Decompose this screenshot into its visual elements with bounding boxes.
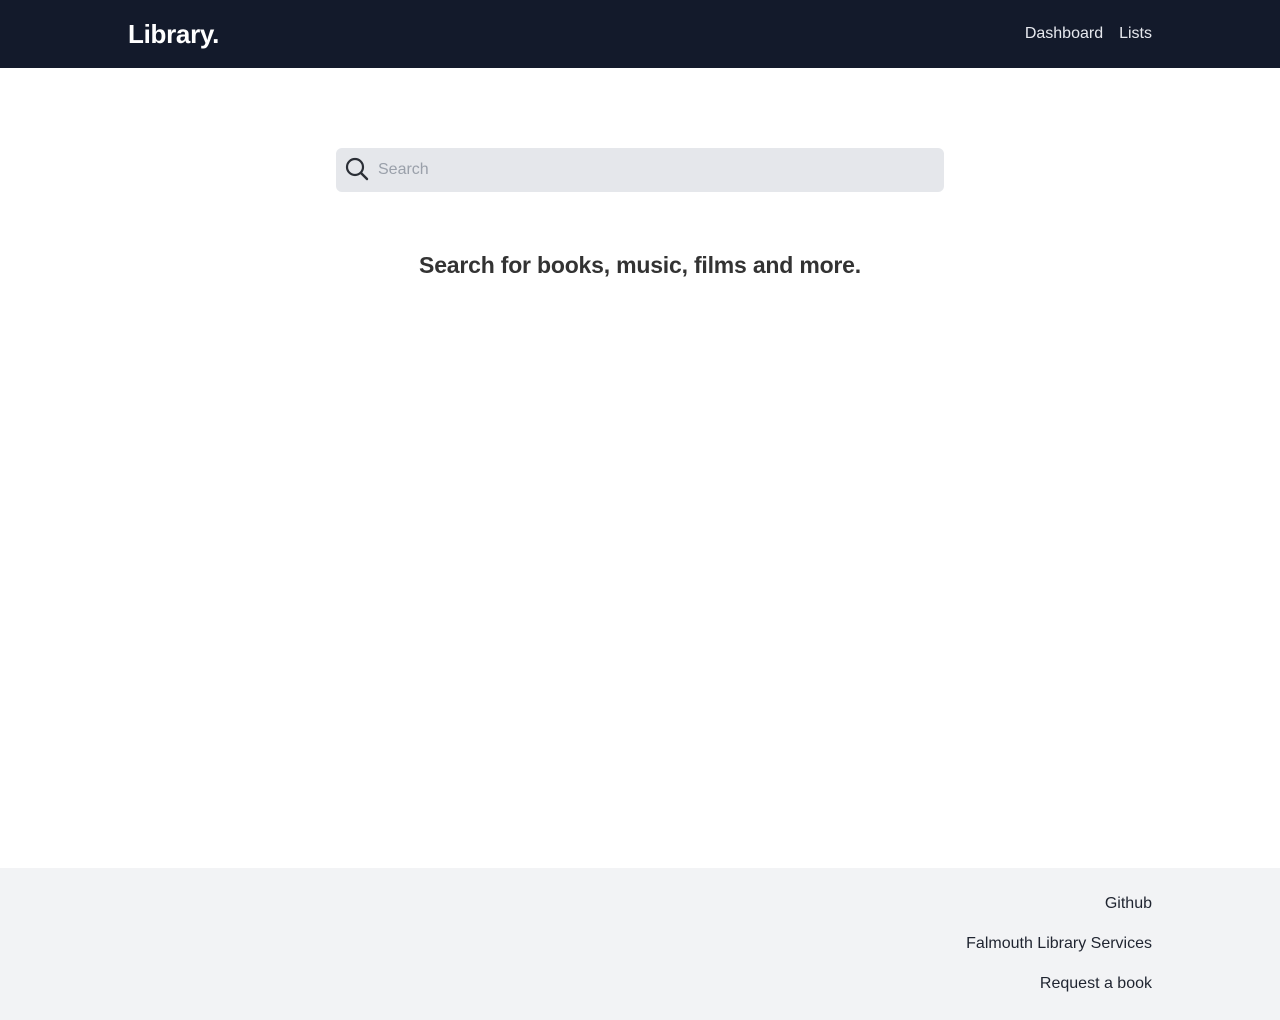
footer-github-link[interactable]: Github	[1105, 894, 1152, 914]
search-icon	[344, 156, 370, 182]
footer: Github Falmouth Library Services Request…	[0, 868, 1280, 1020]
page: Library. Dashboard Lists Search for book…	[0, 0, 1280, 1020]
brand-logo-link[interactable]: Library.	[128, 17, 219, 51]
top-navbar: Library. Dashboard Lists	[0, 0, 1280, 68]
search-prompt-heading: Search for books, music, films and more.	[419, 252, 861, 278]
nav-dashboard-link[interactable]: Dashboard	[1025, 24, 1103, 44]
main-nav: Dashboard Lists	[1025, 24, 1152, 44]
search-input[interactable]	[376, 148, 936, 192]
footer-library-services-link[interactable]: Falmouth Library Services	[966, 934, 1152, 954]
footer-links: Github Falmouth Library Services Request…	[966, 894, 1152, 994]
nav-lists-link[interactable]: Lists	[1119, 24, 1152, 44]
footer-request-book-link[interactable]: Request a book	[1040, 974, 1152, 994]
search-bar	[336, 148, 944, 192]
